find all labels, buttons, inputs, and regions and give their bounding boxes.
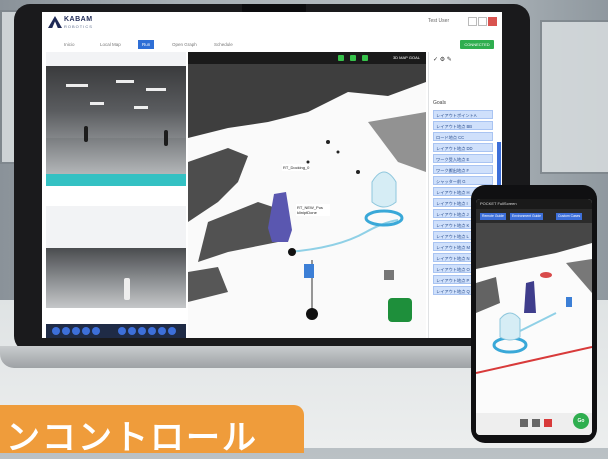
goal-item-2[interactable]: ロード地点 CC: [433, 132, 493, 141]
user-label[interactable]: Test User: [428, 18, 449, 24]
go-button[interactable]: Go: [573, 413, 589, 429]
camera-control-icon[interactable]: [128, 327, 136, 335]
camera-control-icon[interactable]: [168, 327, 176, 335]
point-cloud-map: [188, 64, 426, 320]
toolbar-text: 3D MAP GOAL: [392, 55, 420, 60]
camera-control-icon[interactable]: [92, 327, 100, 335]
camera-bottom-toolbar: [46, 324, 186, 338]
connect-button[interactable]: CONNECTED: [460, 40, 494, 49]
laptop-screen: KABAM ROBOTICS Test User Inicio Local Ma…: [42, 12, 502, 338]
camera-feed-front: [46, 66, 186, 178]
phone-control-button[interactable]: [532, 419, 540, 427]
camera-control-icon[interactable]: [138, 327, 146, 335]
ceiling-light: [134, 106, 148, 109]
panel-toolbar-icons[interactable]: ✓ ⚙ ✎: [433, 56, 452, 63]
camera-control-icon[interactable]: [72, 327, 80, 335]
logo-subtext: ROBOTICS: [64, 24, 93, 29]
phone-tab-1[interactable]: Environment Guide: [510, 213, 544, 220]
toolbar-goal-icon[interactable]: [362, 55, 368, 61]
goal-item-0[interactable]: レイアウトボイントA: [433, 110, 493, 119]
ceiling-light: [146, 88, 166, 91]
phone-control-button[interactable]: [520, 419, 528, 427]
goals-header: Goals: [433, 100, 447, 106]
camera-control-icon[interactable]: [82, 327, 90, 335]
goal-item-4[interactable]: ワーク受入地点 E: [433, 154, 493, 163]
goal-item-3[interactable]: レイアウト地点 DD: [433, 143, 493, 152]
map-label-position: RT_NEW_Pos kliniptDone: [296, 204, 330, 216]
ceiling-light: [66, 84, 88, 87]
logo-text: KABAM: [64, 16, 93, 23]
map-toolbar: 3D MAP GOAL: [188, 52, 426, 64]
camera-divider: [46, 186, 186, 206]
phone-control-button-red[interactable]: [544, 419, 552, 427]
background-window-right: [540, 20, 608, 174]
tab-4[interactable]: Schedule: [210, 40, 237, 49]
map-3d-view[interactable]: RT_Docking_0 RT_NEW_Pos kliniptDone: [188, 52, 426, 338]
goal-item-1[interactable]: レイアウト地点 BB: [433, 121, 493, 130]
tab-0[interactable]: Inicio: [60, 40, 79, 49]
goal-item-5[interactable]: ワーク搬出地点 F: [433, 165, 493, 174]
camera-feed-rear: [46, 248, 186, 308]
person-figure: [164, 130, 168, 146]
toolbar-robot-icon[interactable]: [350, 55, 356, 61]
camera-control-icon[interactable]: [62, 327, 70, 335]
phone-tab-2[interactable]: Custom Cases: [556, 213, 583, 220]
map-label-docking: RT_Docking_0: [282, 164, 311, 171]
person-figure: [84, 126, 88, 142]
phone-tab-0[interactable]: Remote Guide: [480, 213, 506, 220]
kabam-logo-icon: [48, 16, 62, 28]
camera-control-icon[interactable]: [118, 327, 126, 335]
camera-pane: [46, 52, 186, 308]
camera-control-icon[interactable]: [148, 327, 156, 335]
ceiling-light: [90, 102, 104, 105]
phone-map-view[interactable]: [476, 223, 592, 419]
phone-status-text: POCKET FullScreen: [480, 201, 517, 206]
phone-tab-bar: Remote Guide Environment Guide Custom Ca…: [476, 209, 592, 223]
goal-item-6[interactable]: シャッター前 G: [433, 176, 493, 185]
phone-screen: POCKET FullScreen Remote Guide Environme…: [476, 199, 592, 435]
minimize-button[interactable]: [468, 17, 477, 26]
close-button[interactable]: [488, 17, 497, 26]
tab-2-active[interactable]: Run: [138, 40, 155, 49]
maximize-button[interactable]: [478, 17, 487, 26]
view-control-button[interactable]: [384, 270, 394, 280]
person-figure: [124, 278, 130, 300]
nav-bar: Inicio Local Map Run Open Graph Schedule…: [42, 38, 502, 52]
joystick-pad[interactable]: [388, 298, 412, 322]
phone-point-cloud: [476, 223, 592, 374]
phone-status-bar: POCKET FullScreen: [476, 199, 592, 209]
tab-3[interactable]: Open Graph: [168, 40, 201, 49]
tab-1[interactable]: Local Map: [96, 40, 125, 49]
camera-control-bar[interactable]: [46, 174, 186, 186]
camera-control-icon[interactable]: [52, 327, 60, 335]
toolbar-map-icon[interactable]: [338, 55, 344, 61]
caption-text: ンコントロール: [6, 419, 258, 457]
app-header: KABAM ROBOTICS Test User: [42, 12, 502, 39]
ceiling-light: [116, 80, 134, 83]
camera-control-icon[interactable]: [158, 327, 166, 335]
